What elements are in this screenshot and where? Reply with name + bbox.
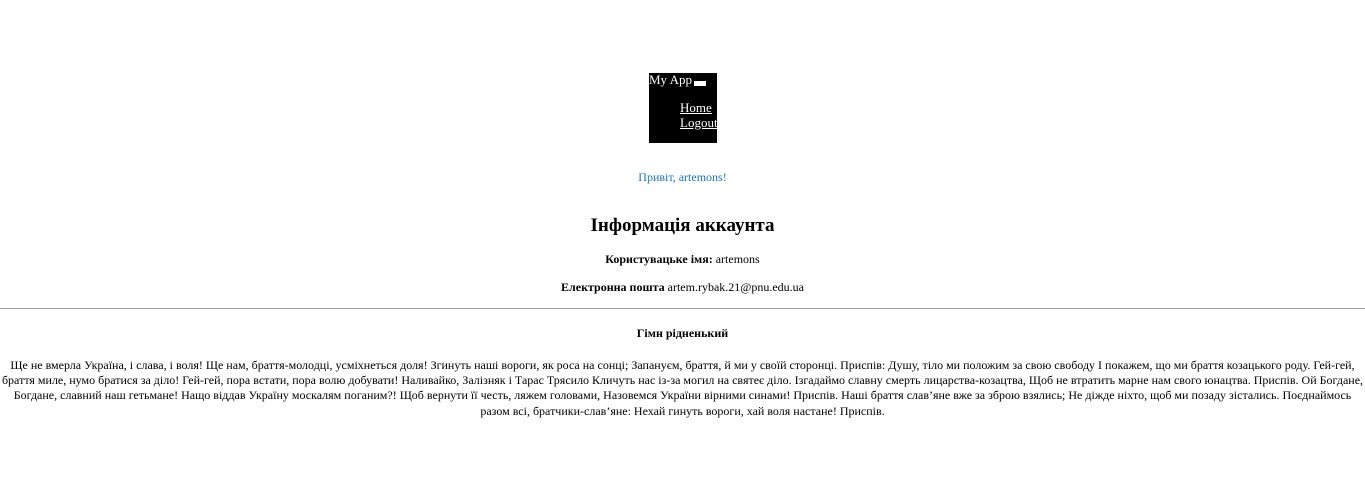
navbar: My App Home Logout [649,73,717,143]
username-row: Користувацьке імя: artemons [0,252,1365,267]
greeting-text: Привіт, artemons! [638,170,727,184]
anthem-heading: Гімн рідненький [636,326,729,340]
section-divider [0,308,1365,309]
home-link[interactable]: Home [680,100,712,115]
menu-toggle-icon[interactable] [694,81,706,86]
account-info-heading: Інформація аккаунта [590,215,775,236]
email-label: Електронна пошта [561,280,665,294]
nav-item-home: Home [680,100,717,115]
username-value: artemons [715,252,760,266]
anthem-text: Ще не вмерла Україна, і слава, і воля! Щ… [1,358,1364,418]
username-label: Користувацьке імя: [605,252,713,266]
page: My App Home Logout Привіт, artemons! Інф… [0,0,1365,500]
brand-link[interactable]: My App [649,73,692,87]
nav-item-logout: Logout [680,115,717,130]
logout-link[interactable]: Logout [680,115,717,130]
email-value: artem.rybak.21@pnu.edu.ua [667,280,804,294]
email-row: Електронна пошта artem.rybak.21@pnu.edu.… [0,280,1365,295]
nav-list: Home Logout [680,100,717,130]
